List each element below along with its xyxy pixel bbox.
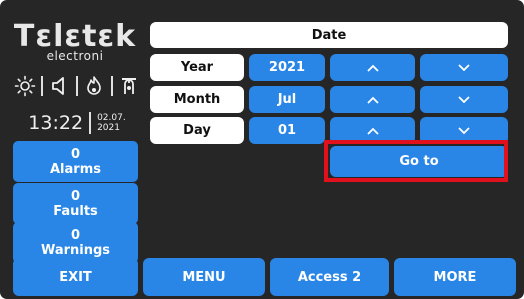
alarms-label: Alarms: [50, 161, 101, 177]
clock: 13:22 02.07. 2021: [14, 110, 140, 136]
clock-time: 13:22: [28, 112, 84, 134]
more-button[interactable]: MORE: [394, 258, 516, 296]
day-value[interactable]: 01: [249, 117, 325, 144]
clock-date-day-month: 02.07.: [97, 113, 126, 123]
flame-icon: [83, 74, 105, 98]
warnings-button[interactable]: 0 Warnings: [13, 222, 138, 263]
chevron-down-icon: [458, 126, 470, 134]
sun-icon: [14, 74, 36, 98]
date-title: Date: [150, 22, 508, 48]
chevron-down-icon: [458, 63, 470, 71]
menu-button[interactable]: MENU: [143, 258, 265, 296]
highlight-frame: [324, 140, 508, 182]
logo-name: Tεlεtεk: [13, 19, 137, 54]
clock-date: 02.07. 2021: [97, 113, 126, 133]
chevron-up-icon: [366, 96, 379, 104]
separator: [41, 76, 44, 96]
year-value[interactable]: 2021: [249, 54, 325, 81]
separator: [89, 112, 92, 134]
status-icons: [14, 74, 140, 98]
separator: [110, 76, 113, 96]
chevron-up-icon: [366, 64, 379, 72]
warnings-count: 0: [70, 227, 81, 243]
faults-count: 0: [70, 188, 81, 204]
faults-label: Faults: [53, 203, 98, 219]
speaker-icon: [49, 74, 71, 98]
day-label: Day: [150, 117, 244, 144]
clock-date-year: 2021: [97, 123, 120, 133]
faults-button[interactable]: 0 Faults: [13, 183, 138, 224]
alarms-button[interactable]: 0 Alarms: [13, 141, 138, 182]
warnings-label: Warnings: [40, 242, 111, 258]
control-panel-screen: Tεlεtεk electroni 13:22 02.07. 2021 0 Al…: [0, 0, 524, 299]
alarms-count: 0: [70, 146, 81, 162]
fire-alarm-icon: [118, 74, 140, 98]
year-up-button[interactable]: [330, 54, 415, 81]
exit-button[interactable]: EXIT: [13, 258, 138, 296]
access-button[interactable]: Access 2: [270, 258, 389, 296]
year-down-button[interactable]: [420, 54, 508, 81]
teletek-logo: Tεlεtεk electroni: [10, 19, 140, 63]
year-label: Year: [150, 54, 244, 81]
month-up-button[interactable]: [330, 86, 415, 113]
chevron-up-icon: [366, 127, 379, 135]
month-label: Month: [150, 86, 244, 113]
month-down-button[interactable]: [420, 86, 508, 113]
month-value[interactable]: Jul: [249, 86, 325, 113]
separator: [75, 76, 78, 96]
chevron-down-icon: [458, 95, 470, 103]
